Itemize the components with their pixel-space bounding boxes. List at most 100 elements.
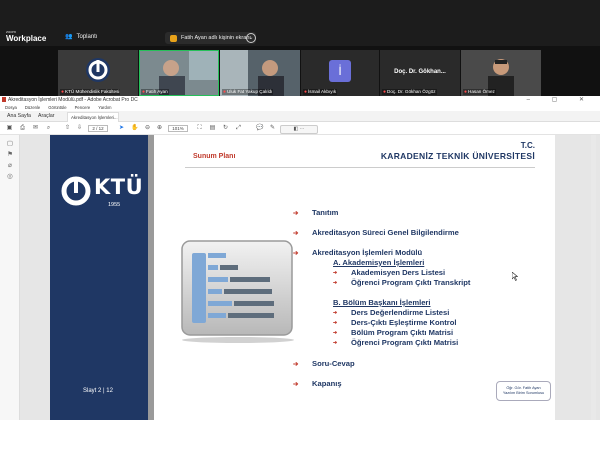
attachment-icon[interactable]: ⌀ (6, 162, 14, 170)
bullet-arrow-icon: ➔ (333, 320, 338, 326)
menu-help[interactable]: Yardım (98, 105, 111, 110)
pen-icon[interactable]: ✎ (269, 125, 276, 132)
vertical-scrollbar[interactable] (591, 135, 596, 420)
screen-share-session[interactable]: Fatih Ayan adlı kişinin ekranı (165, 32, 256, 44)
ktu-logo-year: 1955 (108, 202, 121, 208)
menu-edit[interactable]: Düzenle (25, 105, 40, 110)
brand-name: Workplace (6, 34, 47, 43)
agenda-subitem: Öğrenci Program Çıktı Transkript (351, 278, 471, 287)
rotate-icon[interactable]: ↻ (222, 125, 229, 132)
agenda-item: Akreditasyon İşlemleri Modülü (312, 248, 423, 257)
view-options-icon[interactable]: ⌄ (246, 33, 256, 43)
bullet-arrow-icon: ➔ (293, 250, 299, 257)
participant-initial-avatar: İ (329, 60, 351, 82)
agenda-subitem: Bölüm Program Çıktı Matrisi (351, 328, 454, 337)
slide-section-title: Sunum Planı (193, 153, 236, 160)
slide-page: KTÜ 1955 Slayt 2 | 12 Sunum Planı T.C. K… (50, 135, 555, 420)
page-down-icon[interactable]: ⇩ (76, 125, 83, 132)
floating-toolbar[interactable]: ◧ ⋯ (280, 125, 318, 134)
document-tab-label: Akreditasyon İşlemleri... (71, 115, 118, 120)
participant-name: ●Uluk Fat Yakup Çalıldı (222, 89, 274, 95)
agenda-subitem: Akademisyen Ders Listesi (351, 268, 446, 277)
ktu-logo-text: KTÜ (94, 175, 144, 199)
zoom-field[interactable]: 101% (168, 125, 188, 132)
participant-name: ●Hasan Ömez (463, 89, 496, 95)
bullet-arrow-icon: ➔ (293, 210, 299, 217)
ktu-emblem-icon (61, 176, 91, 206)
menu-file[interactable]: Dosya (5, 105, 17, 110)
search-icon[interactable]: ⌕ (45, 125, 52, 132)
agenda-subheading: A. Akademisyen İşlemleri (333, 258, 425, 267)
select-cursor-icon[interactable]: ➤ (118, 125, 125, 132)
agenda-subitem: Ders-Çıktı Eşleştirme Kontrol (351, 318, 457, 327)
mic-muted-icon: ● (464, 89, 468, 95)
participant-name: ●KTÜ Mühendislik Fakültesi (60, 89, 121, 95)
tab-document[interactable]: Akreditasyon İşlemleri... (67, 112, 119, 122)
mic-muted-icon: ● (142, 89, 146, 95)
presenter-stamp: Öğr. Gör. Fatih Ayan Yazılım Birim Sorum… (496, 381, 551, 401)
fullscreen-icon[interactable]: ⤢ (235, 125, 242, 132)
agenda-subitem: Öğrenci Program Çıktı Matrisi (351, 338, 459, 347)
participant-name: ●İsmail Akbıyık (303, 89, 338, 95)
page-up-icon[interactable]: ⇧ (64, 125, 71, 132)
fit-page-icon[interactable]: ⛶ (196, 125, 203, 132)
bottom-margin (0, 420, 600, 450)
meetings-button[interactable]: 👥 Toplantı (65, 33, 98, 41)
scroll-mode-icon[interactable]: ▤ (209, 125, 216, 132)
bullet-arrow-icon: ➔ (333, 310, 338, 316)
acrobat-titlebar: Akreditasyon İşlemleri Modülü.pdf - Adob… (0, 96, 600, 104)
participant-strip: ●KTÜ Mühendislik Fakültesi ●Fatih Ayan ●… (0, 46, 600, 96)
comment-icon[interactable]: 💬 (256, 125, 263, 132)
participant-tile[interactable]: ●Uluk Fat Yakup Çalıldı (220, 50, 300, 96)
bullet-arrow-icon: ➔ (293, 381, 299, 388)
window-title: Akreditasyon İşlemleri Modülü.pdf - Adob… (8, 97, 138, 103)
bullet-arrow-icon: ➔ (333, 330, 338, 336)
meetings-label: Toplantı (76, 33, 98, 40)
participant-header-name: Doç. Dr. Gökhan... (394, 69, 446, 75)
participant-name: ●Fatih Ayan (141, 89, 169, 95)
page-thumbnails-icon[interactable]: ▢ (6, 140, 14, 148)
mic-muted-icon: ● (383, 89, 387, 95)
mouse-cursor-icon (512, 272, 518, 281)
zoom-app: zoom Workplace 👥 Toplantı Fatih Ayan adl… (0, 0, 600, 420)
agenda-subitem: Ders Değerlendirme Listesi (351, 308, 450, 317)
participant-tile[interactable]: İ ●İsmail Akbıyık (301, 50, 379, 96)
session-title: Fatih Ayan adlı kişinin ekranı (181, 35, 251, 41)
document-viewer[interactable]: KTÜ 1955 Slayt 2 | 12 Sunum Planı T.C. K… (20, 135, 600, 420)
agenda-item: Akreditasyon Süreci Genel Bilgilendirme (312, 228, 459, 237)
window-controls[interactable]: – ▢ ✕ (527, 96, 594, 103)
bullet-arrow-icon: ➔ (333, 270, 338, 276)
presenter-role: Yazılım Birim Sorumlusu (502, 391, 545, 395)
tab-home[interactable]: Ana Sayfa (7, 113, 31, 119)
participant-tile[interactable]: ●Hasan Ömez (461, 50, 541, 96)
meeting-topbar: zoom Workplace 👥 Toplantı Fatih Ayan adl… (0, 0, 600, 46)
print-icon[interactable]: ⎙ (19, 125, 26, 132)
zoom-out-icon[interactable]: ⊖ (144, 125, 151, 132)
menu-window[interactable]: Pencere (75, 105, 91, 110)
left-panel: ▢ ⚑ ⌀ ◎ (0, 135, 20, 420)
participant-tile-active[interactable]: ●Fatih Ayan (139, 50, 219, 96)
agenda-subheading: B. Bölüm Başkanı İşlemleri (333, 298, 431, 307)
page-number-field[interactable]: 2 / 12 (88, 125, 108, 132)
save-icon[interactable]: ▣ (6, 125, 13, 132)
bullet-arrow-icon: ➔ (293, 230, 299, 237)
bookmark-icon[interactable]: ⚑ (6, 151, 14, 159)
bullet-arrow-icon: ➔ (293, 361, 299, 368)
tree-structure-icon (181, 240, 294, 343)
acrobat-toolbar: ▣ ⎙ ✉ ⌕ ⇧ ⇩ 2 / 12 ➤ ✋ ⊖ ⊕ 101% ⛶ ▤ ↻ ⤢ … (0, 122, 600, 135)
tab-tools[interactable]: Araçlar (38, 113, 54, 119)
menu-bar: Dosya Düzenle Görüntüle Pencere Yardım (0, 104, 600, 111)
hand-tool-icon[interactable]: ✋ (131, 125, 138, 132)
agenda-item: Soru-Cevap (312, 359, 355, 368)
layers-icon[interactable]: ◎ (6, 173, 14, 181)
participant-tile[interactable]: ●KTÜ Mühendislik Fakültesi (58, 50, 138, 96)
mic-muted-icon: ● (304, 89, 308, 95)
menu-view[interactable]: Görüntüle (48, 105, 66, 110)
acrobat-window: Akreditasyon İşlemleri Modülü.pdf - Adob… (0, 96, 600, 420)
zoom-in-icon[interactable]: ⊕ (156, 125, 163, 132)
mic-muted-icon: ● (223, 89, 227, 95)
participant-tile[interactable]: Doç. Dr. Gökhan... ●Doç. Dr. Gökhan Özgö… (380, 50, 460, 96)
agenda-item: Kapanış (312, 379, 342, 388)
mail-icon[interactable]: ✉ (32, 125, 39, 132)
slide-divider (148, 135, 154, 420)
